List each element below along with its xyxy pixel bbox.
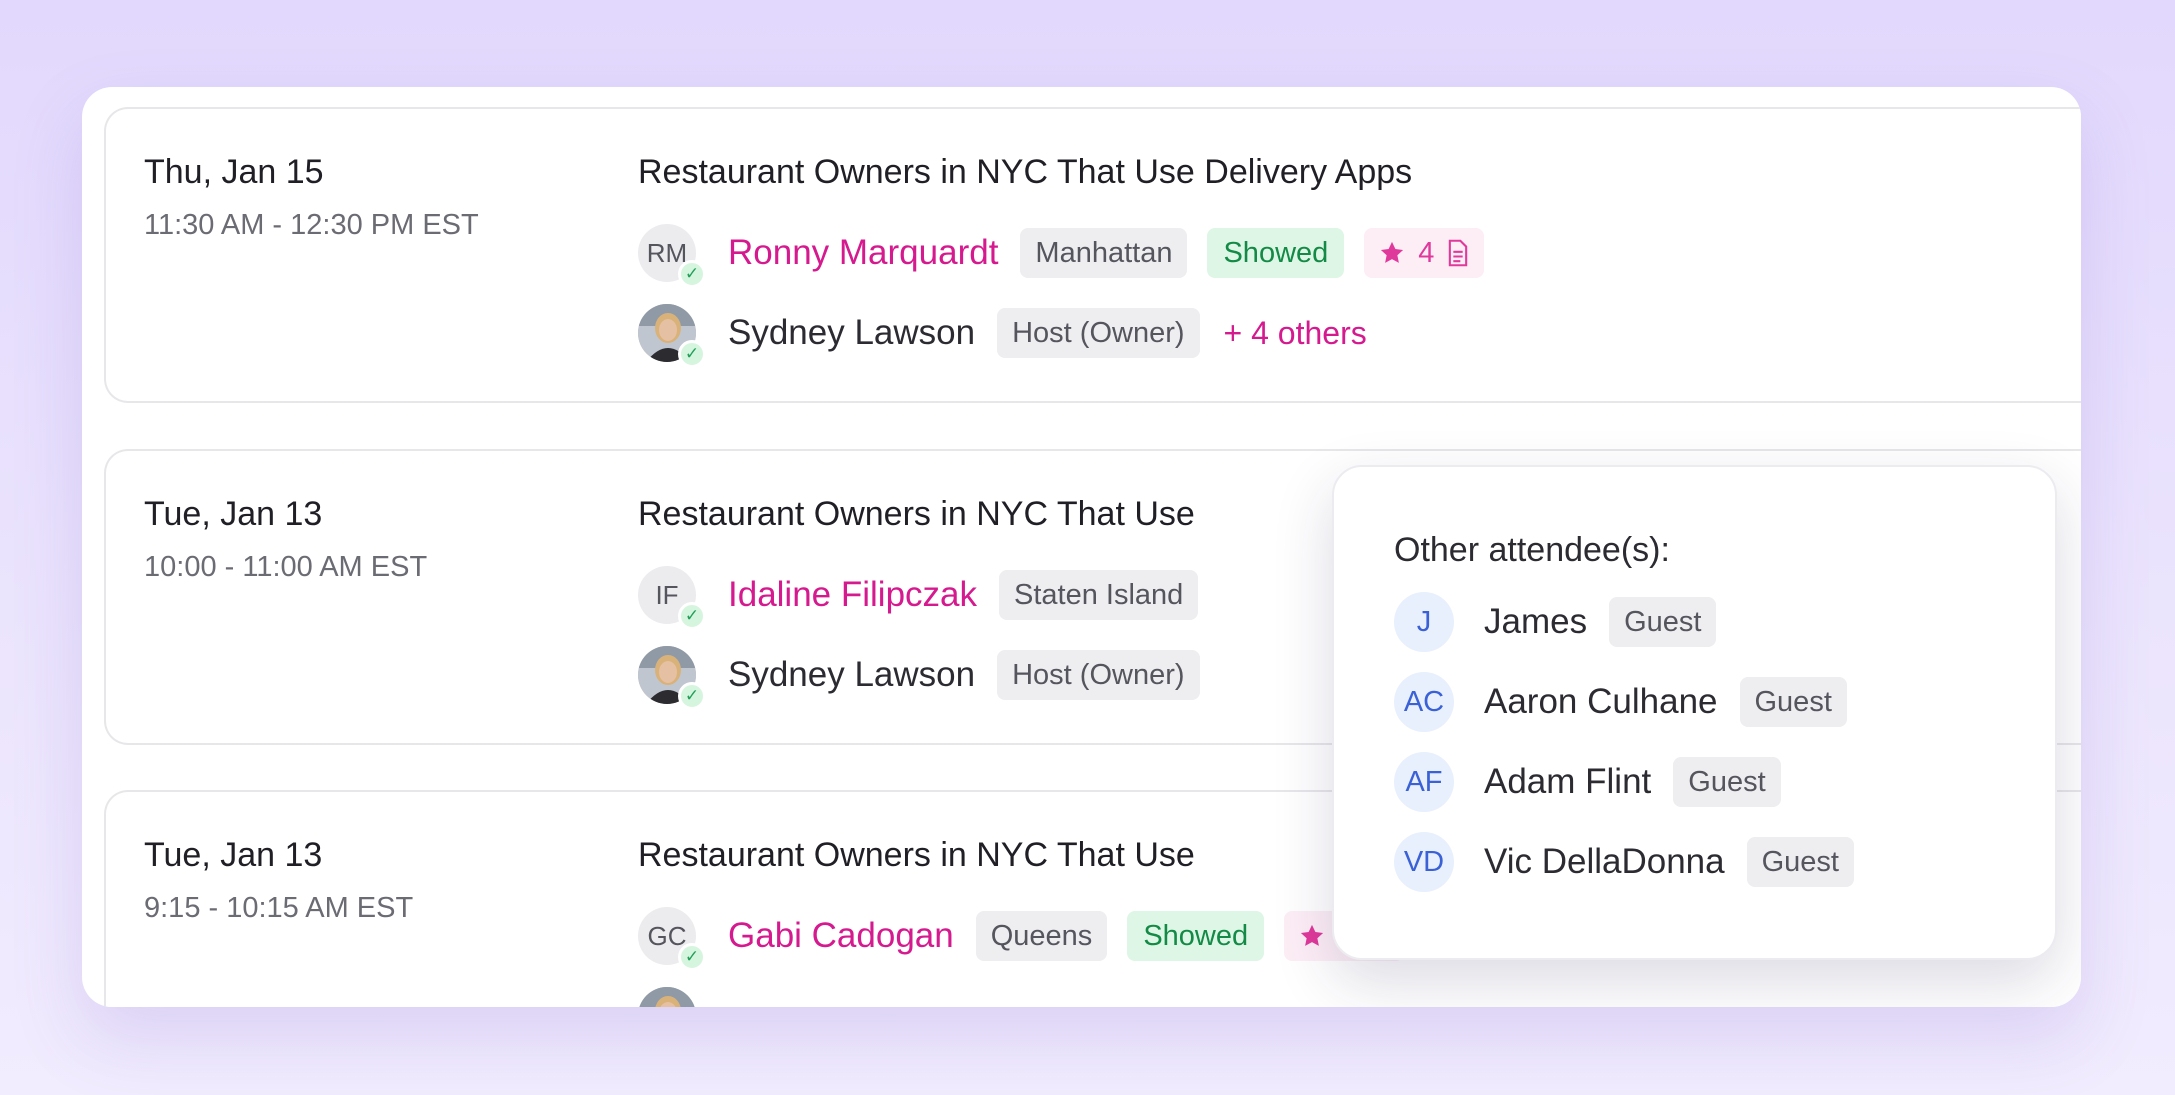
lead-initials: IF <box>655 579 679 610</box>
host-avatar <box>638 987 696 1007</box>
attendee-avatar: VD <box>1394 832 1454 892</box>
check-icon: ✓ <box>678 340 706 368</box>
attendee-name: James <box>1484 602 1588 641</box>
host-role-tag: Host (Owner) <box>997 308 1200 358</box>
attendee-row: AF Adam Flint Guest <box>1394 751 1781 813</box>
attendee-avatar: AC <box>1394 672 1454 732</box>
check-icon: ✓ <box>678 602 706 630</box>
location-tag: Queens <box>975 911 1108 961</box>
attendee-row: J James Guest <box>1394 591 1717 653</box>
meeting-title: Restaurant Owners in NYC That Use <box>638 495 1195 533</box>
host-role-tag: Host (Owner) <box>997 650 1200 700</box>
star-icon <box>1381 241 1404 263</box>
location-tag: Staten Island <box>999 570 1199 620</box>
attendee-avatar: J <box>1394 592 1454 652</box>
lead-row: IF ✓ Idaline Filipczak Staten Island <box>638 565 1218 630</box>
attendee-avatar: AF <box>1394 752 1454 812</box>
host-row: ✓ Sydney Lawson Host (Owner) <box>638 645 1220 710</box>
attendee-name: Vic DellaDonna <box>1484 842 1725 881</box>
lead-name-link[interactable]: Gabi Cadogan <box>728 916 954 956</box>
lead-name-link[interactable]: Ronny Marquardt <box>728 233 998 273</box>
meeting-card[interactable]: Thu, Jan 15 11:30 AM - 12:30 PM EST Rest… <box>104 107 2081 403</box>
document-icon <box>1449 239 1468 267</box>
meeting-date: Thu, Jan 15 <box>144 153 324 191</box>
status-badge: Showed <box>1127 911 1265 961</box>
other-attendees-popover: Other attendee(s): J James Guest AC Aaro… <box>1332 465 2057 960</box>
attendee-role-tag: Guest <box>1609 597 1717 647</box>
location-tag: Manhattan <box>1020 228 1188 278</box>
popover-title: Other attendee(s): <box>1394 531 1670 569</box>
attendee-row: AC Aaron Culhane Guest <box>1394 671 1847 733</box>
status-badge: Showed <box>1207 228 1345 278</box>
attendee-role-tag: Guest <box>1673 757 1781 807</box>
lead-avatar: GC ✓ <box>638 907 706 971</box>
host-name: Sydney Lawson <box>728 313 976 352</box>
others-link[interactable]: + 4 others <box>1224 315 1367 352</box>
attendee-role-tag: Guest <box>1746 837 1854 887</box>
meeting-date: Tue, Jan 13 <box>144 836 323 874</box>
check-icon: ✓ <box>678 943 706 971</box>
host-row <box>638 986 728 1007</box>
lead-name-link[interactable]: Idaline Filipczak <box>728 575 977 615</box>
attendee-name: Aaron Culhane <box>1484 682 1718 721</box>
lead-row: RM ✓ Ronny Marquardt Manhattan Showed 4 <box>638 223 1485 288</box>
lead-row: GC ✓ Gabi Cadogan Queens Showed 5 <box>638 906 1405 971</box>
lead-avatar: RM ✓ <box>638 224 706 288</box>
meeting-time: 9:15 - 10:15 AM EST <box>144 892 414 924</box>
host-name: Sydney Lawson <box>728 655 976 694</box>
host-photo <box>638 987 696 1007</box>
meetings-panel: Thu, Jan 15 11:30 AM - 12:30 PM EST Rest… <box>82 87 2081 1007</box>
host-avatar: ✓ <box>638 304 706 368</box>
meeting-title: Restaurant Owners in NYC That Use <box>638 836 1195 874</box>
lead-avatar: IF ✓ <box>638 566 706 630</box>
meeting-date: Tue, Jan 13 <box>144 495 323 533</box>
check-icon: ✓ <box>678 682 706 710</box>
star-icon <box>1301 924 1324 946</box>
rating-badge[interactable]: 4 <box>1364 228 1485 278</box>
meeting-time: 10:00 - 11:00 AM EST <box>144 551 428 583</box>
host-row: ✓ Sydney Lawson Host (Owner) + 4 others <box>638 303 1367 368</box>
host-avatar: ✓ <box>638 646 706 710</box>
rating-value: 4 <box>1418 236 1435 269</box>
attendee-row: VD Vic DellaDonna Guest <box>1394 831 1854 893</box>
attendee-name: Adam Flint <box>1484 762 1652 801</box>
meeting-time: 11:30 AM - 12:30 PM EST <box>144 209 479 241</box>
check-icon: ✓ <box>678 260 706 288</box>
meeting-title: Restaurant Owners in NYC That Use Delive… <box>638 153 1413 191</box>
attendee-role-tag: Guest <box>1739 677 1847 727</box>
